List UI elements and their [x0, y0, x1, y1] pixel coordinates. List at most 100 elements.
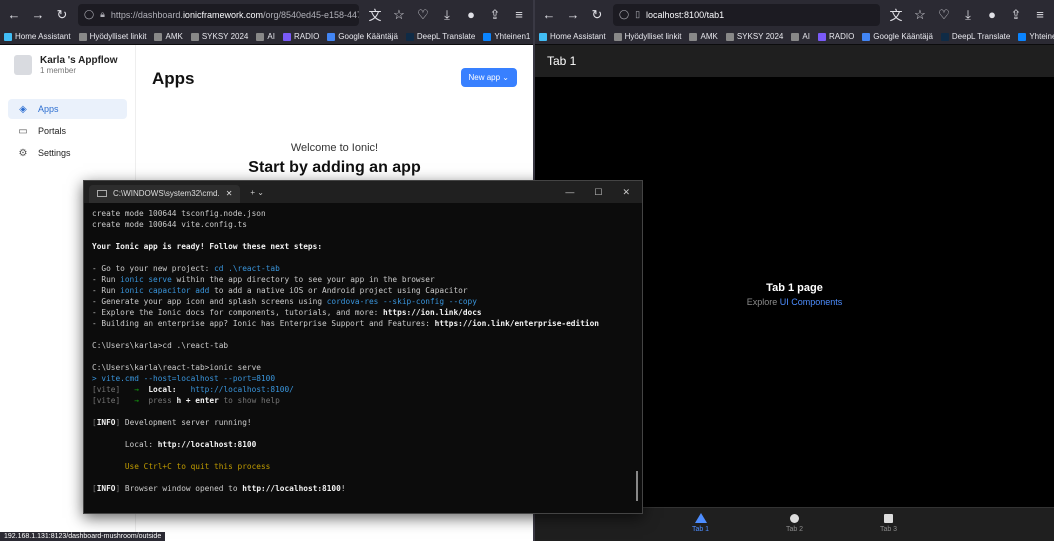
back-icon[interactable]: ←: [6, 7, 22, 22]
gear-icon: ⚙: [18, 147, 28, 159]
forward-icon[interactable]: →: [30, 7, 46, 22]
bookmark-icon: [725, 32, 734, 41]
bookmark-icon: [791, 32, 800, 41]
terminal-line: - Run ionic capacitor add to add a nativ…: [92, 286, 468, 295]
bookmark-icon: [689, 32, 698, 41]
terminal-output[interactable]: create mode 100644 tsconfig.node.json cre…: [84, 203, 642, 499]
bookmark-item[interactable]: RADIO: [282, 32, 319, 41]
url-bar[interactable]: ◯ 🔒︎ https://dashboard.ionicframework.co…: [78, 3, 359, 26]
forward-icon[interactable]: →: [565, 7, 581, 22]
terminal-line: create mode 100644 tsconfig.node.json: [92, 209, 266, 218]
close-icon[interactable]: ✕: [622, 187, 630, 198]
bookmark-item[interactable]: AMK: [689, 32, 718, 41]
org-members: 1 member: [40, 66, 77, 75]
translate-icon[interactable]: 文: [888, 5, 904, 24]
extension-icon[interactable]: ●: [984, 7, 1000, 22]
terminal-window: C:\WINDOWS\system32\cmd. ✕ + ⌄ — ☐ ✕ cre…: [83, 180, 643, 514]
terminal-line: C:\Users\karla>cd .\react-tab: [92, 341, 229, 350]
terminal-line: - Building an enterprise app? Ionic has …: [92, 319, 599, 328]
bookmark-item[interactable]: SYKSY 2024: [190, 32, 248, 41]
link-status-bar: 192.168.1.131:8123/dashboard-mushroom/ou…: [0, 532, 166, 541]
share-icon[interactable]: ⇪: [487, 7, 503, 23]
reload-icon[interactable]: ↻: [589, 7, 605, 23]
bookmark-icon: [78, 32, 87, 41]
reload-icon[interactable]: ↻: [54, 7, 70, 23]
bookmark-item[interactable]: Home Assistant: [539, 32, 606, 41]
terminal-line: > vite.cmd --host=localhost --port=8100: [92, 374, 276, 383]
bookmark-star-icon[interactable]: ☆: [912, 7, 928, 23]
back-icon[interactable]: ←: [541, 7, 557, 22]
extension-icon[interactable]: ●: [463, 7, 479, 22]
maximize-icon[interactable]: ☐: [594, 187, 602, 198]
bookmark-item[interactable]: Yhteinen1: [483, 32, 530, 41]
bookmark-item[interactable]: AMK: [154, 32, 183, 41]
tab-button-tab2[interactable]: Tab 2: [777, 512, 813, 541]
bookmark-icon: [539, 32, 547, 41]
minimize-icon[interactable]: —: [565, 187, 574, 198]
triangle-icon: [694, 513, 707, 523]
cmd-icon: [97, 190, 107, 197]
org-name: Karla 's Appflow: [40, 55, 118, 66]
bookmark-item[interactable]: SYKSY 2024: [725, 32, 783, 41]
download-icon[interactable]: ⤓: [439, 7, 455, 23]
terminal-tab-bar: C:\WINDOWS\system32\cmd. ✕ + ⌄ — ☐ ✕: [84, 181, 642, 203]
bookmark-icon: [327, 32, 336, 41]
translate-icon[interactable]: 文: [367, 5, 383, 24]
bookmarks-bar: Home Assistant Hyödylliset linkit AMK SYKSY…: [0, 29, 533, 45]
bookmark-icon: [154, 32, 163, 41]
bookmark-item[interactable]: Hyödylliset linkit: [78, 32, 146, 41]
pocket-icon[interactable]: ♡: [936, 7, 952, 23]
close-tab-icon[interactable]: ✕: [226, 189, 233, 198]
terminal-line: Your Ionic app is ready! Follow these ne…: [92, 242, 323, 251]
sidebar-item-settings[interactable]: ⚙ Settings: [8, 143, 127, 163]
bookmark-icon: [4, 32, 12, 41]
bookmark-item[interactable]: AI: [256, 32, 275, 41]
app-header: Tab 1: [535, 45, 1054, 77]
bookmark-icon: [405, 32, 414, 41]
portal-icon: ▭: [18, 125, 28, 137]
bookmark-item[interactable]: Yhteinen1: [1018, 32, 1054, 41]
bookmark-item[interactable]: DeepL Translate: [940, 32, 1010, 41]
tab-button-tab1[interactable]: Tab 1: [683, 512, 719, 541]
terminal-line: create mode 100644 vite.config.ts: [92, 220, 247, 229]
bookmark-star-icon[interactable]: ☆: [391, 7, 407, 23]
bookmark-icon: [282, 32, 291, 41]
sidebar-item-apps[interactable]: ◈ Apps: [8, 99, 127, 119]
start-heading: Start by adding an app: [248, 159, 421, 176]
bookmark-item[interactable]: Home Assistant: [4, 32, 71, 41]
bookmark-item[interactable]: Google Kääntäjä: [327, 32, 398, 41]
bookmark-item[interactable]: DeepL Translate: [405, 32, 475, 41]
new-app-button[interactable]: New app ⌄: [460, 68, 517, 87]
bookmark-icon: [613, 32, 622, 41]
tab-button-tab3[interactable]: Tab 3: [871, 512, 907, 541]
bookmark-item[interactable]: Google Kääntäjä: [862, 32, 933, 41]
terminal-line: [INFO] Browser window opened to http://l…: [92, 484, 346, 493]
page-icon: ▯: [635, 9, 641, 19]
pocket-icon[interactable]: ♡: [415, 7, 431, 23]
terminal-line: - Go to your new project: cd .\react-tab: [92, 264, 280, 273]
new-tab-icon[interactable]: + ⌄: [250, 188, 264, 197]
bookmark-item[interactable]: AI: [791, 32, 810, 41]
menu-icon[interactable]: ≡: [511, 7, 527, 22]
share-icon[interactable]: ⇪: [1008, 7, 1024, 23]
sidebar-item-portals[interactable]: ▭ Portals: [8, 121, 127, 141]
download-icon[interactable]: ⤓: [960, 7, 976, 23]
org-switcher[interactable]: Karla 's Appflow 1 member: [0, 45, 135, 85]
bookmark-icon: [940, 32, 949, 41]
url-bar[interactable]: ◯ ▯ localhost:8100/tab1: [613, 3, 880, 26]
bookmark-icon: [817, 32, 826, 41]
page-title: Apps: [152, 69, 195, 88]
bookmark-item[interactable]: RADIO: [817, 32, 854, 41]
menu-icon[interactable]: ≡: [1032, 7, 1048, 22]
ui-components-link[interactable]: UI Components: [780, 297, 843, 307]
bookmark-item[interactable]: Hyödylliset linkit: [613, 32, 681, 41]
terminal-tab[interactable]: C:\WINDOWS\system32\cmd. ✕: [89, 184, 241, 203]
shield-icon: ◯: [619, 9, 630, 19]
terminal-scrollbar[interactable]: [636, 471, 638, 501]
